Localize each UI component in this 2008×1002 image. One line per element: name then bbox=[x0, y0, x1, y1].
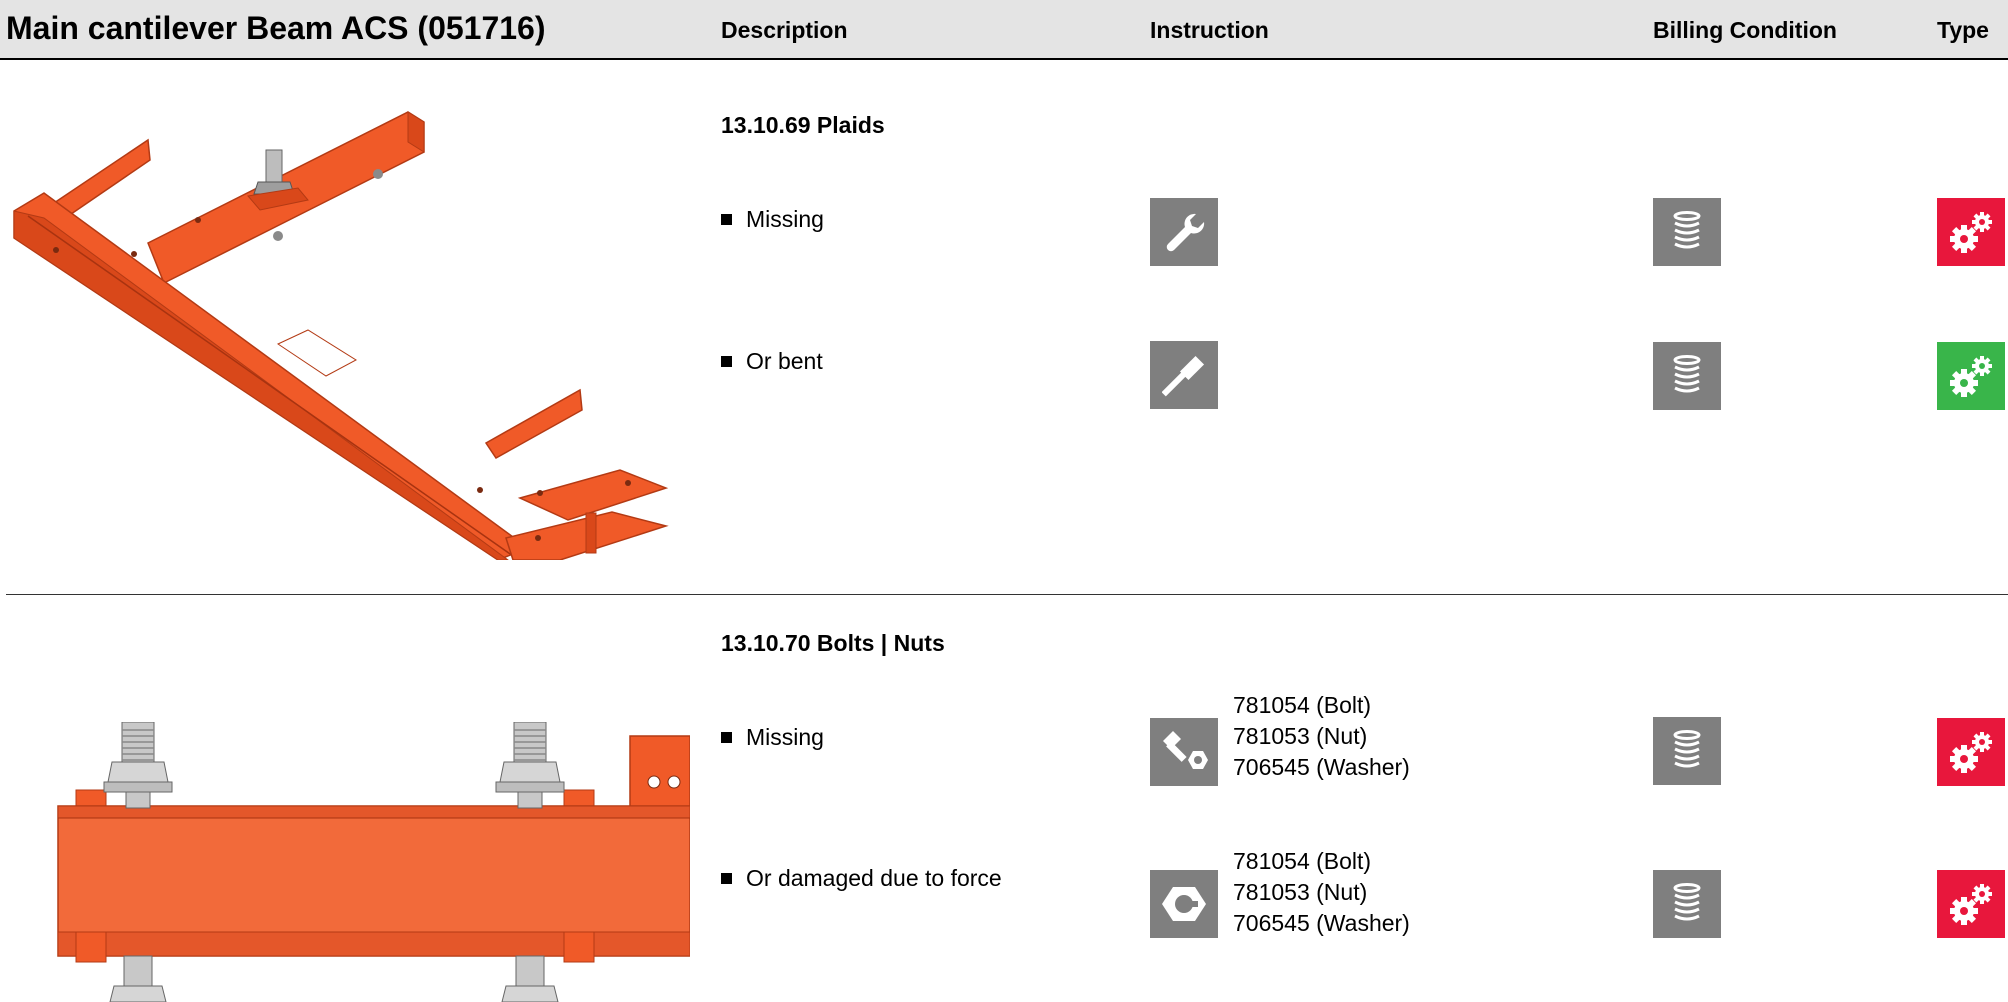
bullet-icon bbox=[721, 356, 732, 367]
part-number: 781053 (Nut) bbox=[1233, 879, 1368, 905]
coin-stack-icon bbox=[1653, 717, 1721, 785]
bullet-icon bbox=[721, 732, 732, 743]
page-title: Main cantilever Beam ACS (051716) bbox=[6, 10, 546, 46]
description-item: Missing bbox=[721, 206, 824, 233]
description-item: Or bent bbox=[721, 348, 823, 375]
part-number-list: 781054 (Bolt) 781053 (Nut) 706545 (Washe… bbox=[1233, 690, 1410, 783]
description-item: Missing bbox=[721, 724, 824, 751]
coin-stack-icon bbox=[1653, 870, 1721, 938]
part-number: 706545 (Washer) bbox=[1233, 754, 1410, 780]
part-number: 781053 (Nut) bbox=[1233, 723, 1368, 749]
gears-icon bbox=[1937, 342, 2005, 410]
gears-icon bbox=[1937, 718, 2005, 786]
part-number: 781054 (Bolt) bbox=[1233, 692, 1372, 718]
description-text: Missing bbox=[746, 206, 824, 232]
gears-icon bbox=[1937, 870, 2005, 938]
description-text: Or bent bbox=[746, 348, 823, 374]
column-header-billing-condition: Billing Condition bbox=[1653, 17, 1837, 43]
description-text: Or damaged due to force bbox=[746, 865, 1002, 891]
gears-icon bbox=[1937, 198, 2005, 266]
coin-stack-icon bbox=[1653, 198, 1721, 266]
part-number: 781054 (Bolt) bbox=[1233, 848, 1372, 874]
column-header-type: Type bbox=[1937, 17, 1989, 43]
column-header-instruction: Instruction bbox=[1150, 17, 1269, 43]
column-header-description: Description bbox=[721, 17, 848, 43]
part-number-list: 781054 (Bolt) 781053 (Nut) 706545 (Washe… bbox=[1233, 846, 1410, 939]
nut-icon bbox=[1150, 870, 1218, 938]
wrench-icon bbox=[1150, 198, 1218, 266]
section-divider bbox=[6, 594, 2008, 595]
coin-stack-icon bbox=[1653, 342, 1721, 410]
bullet-icon bbox=[721, 214, 732, 225]
main-cantilever-beam-illustration bbox=[8, 108, 670, 560]
beam-bolts-nuts-illustration bbox=[56, 722, 690, 1002]
section-title: 13.10.70 Bolts | Nuts bbox=[721, 630, 945, 656]
bolt-nut-icon bbox=[1150, 718, 1218, 786]
description-text: Missing bbox=[746, 724, 824, 750]
hammer-icon bbox=[1150, 341, 1218, 409]
description-item: Or damaged due to force bbox=[721, 865, 1002, 892]
section-title: 13.10.69 Plaids bbox=[721, 112, 885, 138]
part-number: 706545 (Washer) bbox=[1233, 910, 1410, 936]
bullet-icon bbox=[721, 873, 732, 884]
